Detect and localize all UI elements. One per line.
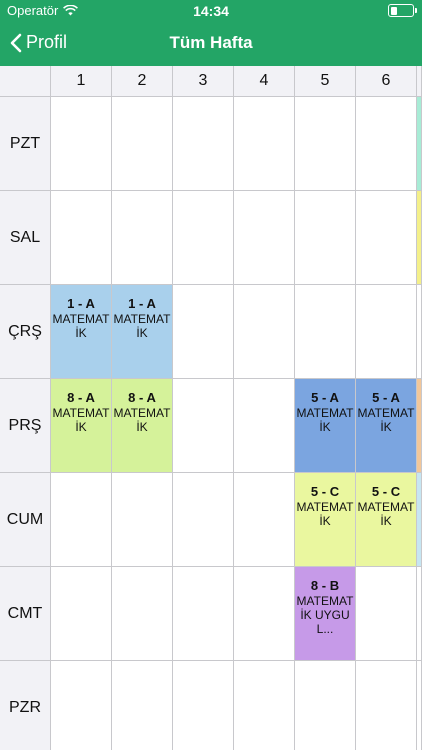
- day-header: PZR: [0, 661, 51, 750]
- period-header: 5: [295, 66, 356, 97]
- schedule-cell[interactable]: [234, 661, 295, 750]
- schedule-cell[interactable]: [173, 285, 234, 379]
- lesson-class: 8 - A: [128, 390, 156, 405]
- schedule-cell-partial[interactable]: [417, 473, 422, 567]
- lesson-cell[interactable]: 1 - A MATEMATİK: [112, 285, 173, 379]
- lesson-subject: MATEMATİK: [52, 312, 110, 340]
- lesson-cell[interactable]: 8 - B MATEMATİK UYGUL...: [295, 567, 356, 661]
- schedule-cell[interactable]: [173, 97, 234, 191]
- schedule-cell[interactable]: [356, 661, 417, 750]
- battery-icon: [388, 4, 417, 17]
- lesson-subject: MATEMATİK: [357, 406, 415, 434]
- lesson-cell[interactable]: 5 - A MATEMATİK: [295, 379, 356, 473]
- lesson-subject: MATEMATİK: [113, 406, 171, 434]
- lesson-cell[interactable]: 5 - A MATEMATİK: [356, 379, 417, 473]
- schedule-cell-partial[interactable]: [417, 661, 422, 750]
- status-time: 14:34: [193, 3, 229, 19]
- schedule-cell[interactable]: [51, 661, 112, 750]
- schedule-cell[interactable]: [51, 191, 112, 285]
- schedule-cell[interactable]: [234, 97, 295, 191]
- lesson-class: 5 - A: [311, 390, 339, 405]
- schedule-cell[interactable]: [112, 97, 173, 191]
- period-header: 2: [112, 66, 173, 97]
- lesson-cell[interactable]: 8 - A MATEMATİK: [51, 379, 112, 473]
- schedule-cell[interactable]: [51, 97, 112, 191]
- schedule-cell[interactable]: [173, 379, 234, 473]
- lesson-subject: MATEMATİK: [113, 312, 171, 340]
- day-header: ÇRŞ: [0, 285, 51, 379]
- page-title: Tüm Hafta: [169, 33, 253, 52]
- lesson-subject: MATEMATİK UYGUL...: [296, 594, 354, 636]
- schedule-cell-partial[interactable]: [417, 285, 422, 379]
- lesson-cell[interactable]: 5 - C MATEMATİK: [295, 473, 356, 567]
- schedule-cell[interactable]: [173, 473, 234, 567]
- lesson-class: 5 - C: [371, 484, 401, 499]
- lesson-cell[interactable]: 5 - C MATEMATİK: [356, 473, 417, 567]
- schedule-cell[interactable]: [295, 285, 356, 379]
- grid-corner: [0, 66, 51, 97]
- schedule-cell[interactable]: [356, 97, 417, 191]
- schedule-cell[interactable]: [295, 97, 356, 191]
- day-header: PRŞ: [0, 379, 51, 473]
- lesson-class: 1 - A: [128, 296, 156, 311]
- schedule-cell[interactable]: [295, 191, 356, 285]
- period-header-partial: [417, 66, 422, 97]
- day-header: CMT: [0, 567, 51, 661]
- day-header: SAL: [0, 191, 51, 285]
- lesson-cell[interactable]: 1 - A MATEMATİK: [51, 285, 112, 379]
- schedule-cell[interactable]: [112, 473, 173, 567]
- schedule-cell-partial[interactable]: [417, 567, 422, 661]
- day-header: CUM: [0, 473, 51, 567]
- schedule-cell[interactable]: [112, 661, 173, 750]
- schedule-cell[interactable]: [356, 285, 417, 379]
- lesson-subject: MATEMATİK: [296, 406, 354, 434]
- lesson-subject: MATEMATİK: [296, 500, 354, 528]
- schedule-cell[interactable]: [356, 567, 417, 661]
- lesson-cell[interactable]: 8 - A MATEMATİK: [112, 379, 173, 473]
- lesson-subject: MATEMATİK: [52, 406, 110, 434]
- period-header: 3: [173, 66, 234, 97]
- schedule-cell[interactable]: [356, 191, 417, 285]
- schedule-cell[interactable]: [51, 473, 112, 567]
- schedule-cell[interactable]: [173, 661, 234, 750]
- lesson-class: 8 - A: [67, 390, 95, 405]
- nav-bar: Operatör 14:34 Profil Tüm Hafta: [0, 0, 422, 66]
- status-bar: Operatör 14:34: [0, 0, 422, 22]
- schedule-cell[interactable]: [112, 567, 173, 661]
- period-header: 1: [51, 66, 112, 97]
- lesson-subject: MATEMATİK: [357, 500, 415, 528]
- lesson-class: 8 - B: [310, 578, 340, 593]
- day-header: PZT: [0, 97, 51, 191]
- schedule-cell-partial[interactable]: [417, 191, 422, 285]
- lesson-class: 5 - C: [310, 484, 340, 499]
- period-header: 6: [356, 66, 417, 97]
- schedule-cell-partial[interactable]: [417, 379, 422, 473]
- schedule-cell[interactable]: [234, 379, 295, 473]
- schedule-cell[interactable]: [295, 661, 356, 750]
- schedule-cell[interactable]: [234, 285, 295, 379]
- schedule-cell-partial[interactable]: [417, 97, 422, 191]
- schedule-cell[interactable]: [51, 567, 112, 661]
- schedule-cell[interactable]: [234, 567, 295, 661]
- schedule-cell[interactable]: [173, 191, 234, 285]
- schedule-cell[interactable]: [234, 191, 295, 285]
- lesson-class: 1 - A: [67, 296, 95, 311]
- schedule-cell[interactable]: [112, 191, 173, 285]
- period-header: 4: [234, 66, 295, 97]
- schedule-cell[interactable]: [173, 567, 234, 661]
- schedule-cell[interactable]: [234, 473, 295, 567]
- lesson-class: 5 - A: [372, 390, 400, 405]
